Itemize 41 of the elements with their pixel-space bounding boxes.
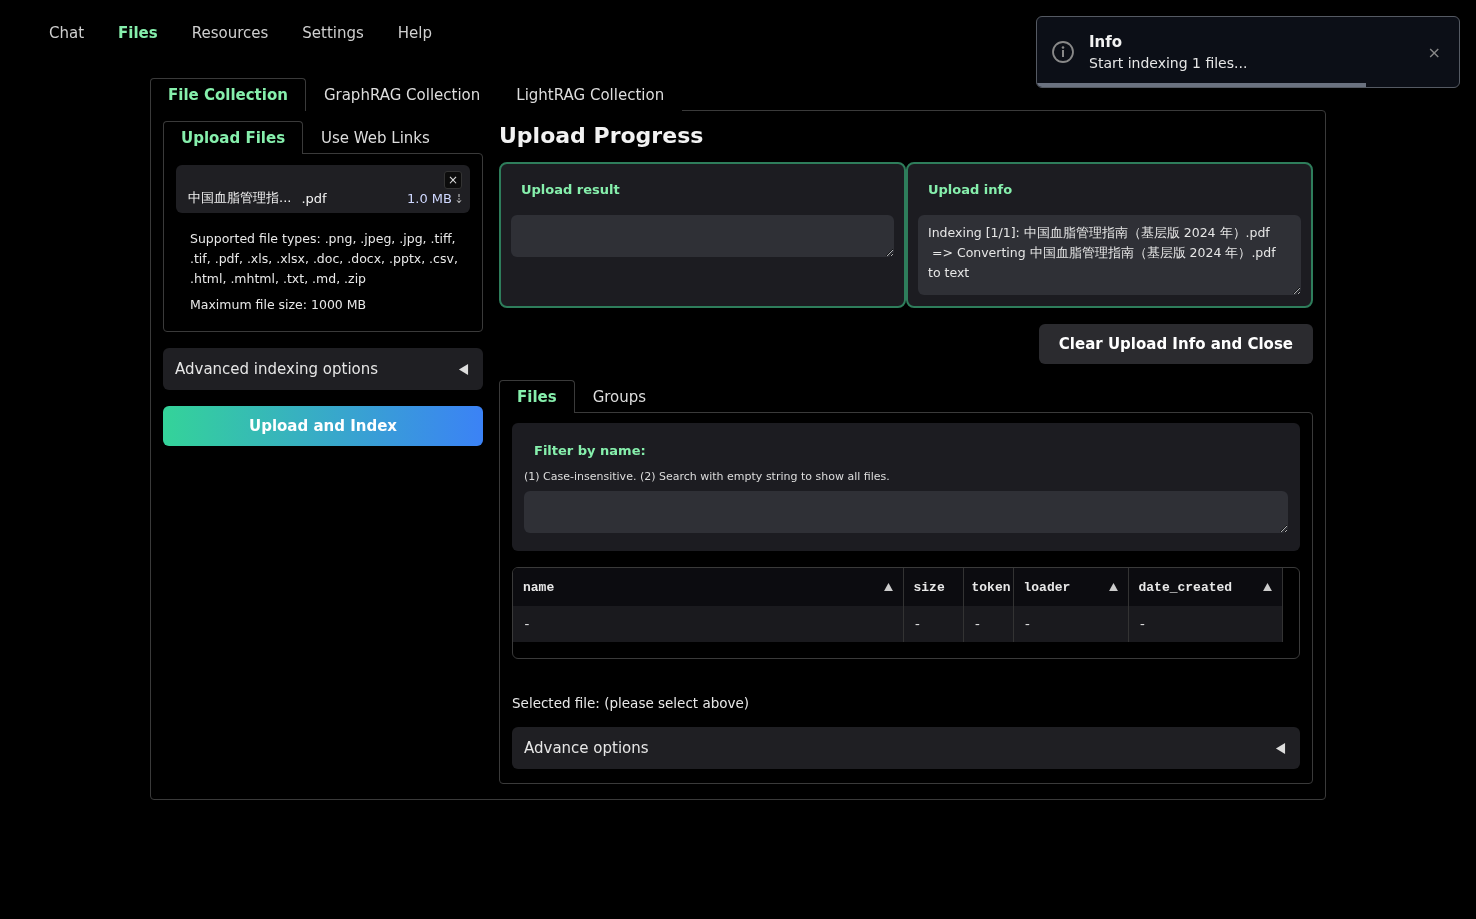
table-cell: - <box>513 606 903 642</box>
tab[interactable]: Upload Files <box>163 121 304 154</box>
remove-button[interactable]: × <box>444 171 462 189</box>
list-item: Maximum file size: 1000 MB <box>190 296 368 314</box>
column-header[interactable]: size <box>903 568 963 606</box>
accordion-header[interactable]: Advance options <box>512 727 1300 769</box>
field-label: Upload info <box>927 182 1014 197</box>
file-size: 1.0 MB <box>407 190 452 206</box>
section-title: Upload Progress <box>499 123 705 148</box>
column-header[interactable]: date_created <box>1128 568 1283 606</box>
column-header[interactable]: loader <box>1013 568 1128 606</box>
nav-link[interactable]: Settings <box>285 22 381 44</box>
toast-title: Info <box>1089 33 1124 51</box>
clear-button[interactable]: Clear Upload Info and Close <box>1038 324 1313 364</box>
nav-link[interactable]: Resources <box>174 22 286 44</box>
table-cell: - <box>1128 606 1283 642</box>
upload-info-field[interactable]: Indexing [1/1]: 中国血脂管理指南（基层版 2024 年）.pdf => Converting 中国血脂管理指南（基层版 2024 年）.pdf to text <box>918 215 1301 295</box>
close-button[interactable]: × <box>1423 42 1445 62</box>
selected-file-text: Selected file: (please select above) <box>512 695 751 711</box>
upload-result-field[interactable] <box>511 215 894 257</box>
list-item: Supported file types: .png, .jpeg, .jpg, .tiff, .tif, .pdf, .xls, .xlsx, .doc, .docx, .pptx, .csv, .html, .mhtml, .txt, .md, .zip <box>190 230 459 288</box>
hint-text: (1) Case-insensitive. (2) Search with empty string to show all files. <box>524 470 891 483</box>
file-name: 中国血脂管理指... <box>188 189 292 207</box>
table-cell: - <box>963 606 1013 642</box>
column-header[interactable]: name <box>513 568 903 606</box>
nav-link[interactable]: Help <box>380 22 450 44</box>
tab[interactable]: Files <box>499 380 575 413</box>
field-label: Upload result <box>520 182 621 197</box>
download-icon[interactable] <box>456 192 462 204</box>
filter-field[interactable] <box>524 491 1288 533</box>
column-header[interactable]: token <box>963 568 1013 606</box>
toast-message: Start indexing 1 files... <box>1089 55 1249 71</box>
tab[interactable]: File Collection <box>150 78 306 111</box>
file-extension: .pdf <box>301 190 327 206</box>
nav-link[interactable]: Files <box>101 22 175 44</box>
accordion-header[interactable]: Advanced indexing options <box>163 348 483 390</box>
nav-link[interactable]: Chat <box>32 22 102 44</box>
info-icon <box>1051 40 1075 64</box>
field-label: Filter by name: <box>533 443 647 458</box>
table-cell: - <box>1013 606 1128 642</box>
table-cell: - <box>903 606 963 642</box>
